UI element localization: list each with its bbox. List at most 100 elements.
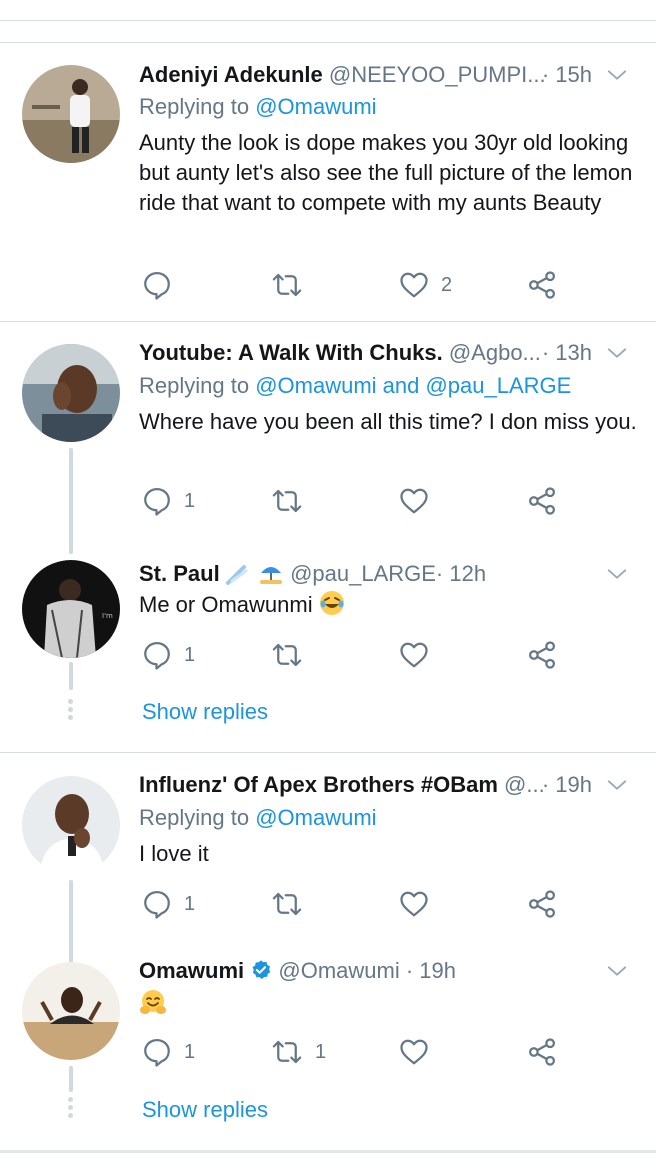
reply-button[interactable]: 1 [142, 1037, 195, 1067]
timestamp[interactable]: · 19h [406, 958, 456, 983]
reply-count: 1 [184, 489, 196, 512]
reply-icon [142, 270, 172, 300]
retweet-button[interactable] [271, 889, 303, 919]
avatar[interactable] [22, 65, 120, 163]
tweet-text [139, 989, 639, 1025]
tweet-header: Influenz' Of Apex Brothers #OBam @... [139, 770, 564, 800]
share-button[interactable] [527, 1037, 557, 1067]
retweet-button[interactable]: 1 [271, 1037, 326, 1067]
timestamp[interactable]: · 13h [542, 338, 592, 368]
heart-icon [399, 889, 429, 919]
user-handle[interactable]: @... [504, 772, 545, 797]
reply-button[interactable] [142, 270, 172, 300]
display-name[interactable]: Youtube: A Walk With Chuks. [139, 340, 443, 365]
replying-to-prefix: Replying to [139, 805, 250, 830]
replying-to: Replying to @Omawumi and @pau_LARGE [139, 371, 571, 401]
thread-line [69, 1066, 73, 1092]
heart-icon [399, 640, 429, 670]
avatar[interactable] [22, 962, 120, 1060]
tweet-text: I love it [139, 841, 209, 866]
reply-count: 1 [184, 1040, 196, 1063]
reply-icon [142, 1037, 172, 1067]
chevron-down-icon[interactable] [606, 960, 628, 982]
timestamp[interactable]: · 15h [542, 60, 592, 90]
retweet-button[interactable] [271, 640, 303, 670]
thread-line [69, 662, 73, 690]
reply-count: 1 [184, 643, 196, 666]
heart-icon [399, 270, 429, 300]
tweet-text-content: Me or Omawunmi [139, 592, 313, 617]
thread-dots [68, 699, 74, 723]
hugging-face-emoji-icon [139, 989, 167, 1025]
reply-button[interactable]: 1 [142, 486, 195, 516]
bottom-divider [0, 1150, 656, 1153]
tweet-text: Aunty the look is dope makes you 30yr ol… [139, 130, 633, 215]
tweet-text: Me or Omawunmi [139, 590, 639, 624]
svg-text:I'm: I'm [102, 612, 113, 620]
retweet-button[interactable] [271, 270, 303, 300]
share-button[interactable] [527, 486, 557, 516]
display-name[interactable]: Adeniyi Adekunle [139, 62, 323, 87]
share-icon [527, 889, 557, 919]
tweet-header: Adeniyi Adekunle @NEEYOO_PUMPI... [139, 60, 564, 90]
replying-to-prefix: Replying to [139, 94, 250, 119]
reply-icon [142, 640, 172, 670]
beach-umbrella-emoji-icon [258, 561, 284, 593]
display-name[interactable]: St. Paul [139, 561, 220, 586]
user-handle[interactable]: @pau_LARGE [290, 561, 436, 586]
like-button[interactable] [399, 486, 429, 516]
timestamp[interactable]: · 12h [436, 561, 486, 586]
reply-icon [142, 889, 172, 919]
like-button[interactable] [399, 640, 429, 670]
section-divider [0, 42, 656, 43]
user-handle[interactable]: @NEEYOO_PUMPI... [329, 62, 546, 87]
chevron-down-icon[interactable] [606, 563, 628, 585]
heart-icon [399, 486, 429, 516]
share-icon [527, 486, 557, 516]
avatar[interactable] [22, 776, 120, 874]
reply-button[interactable]: 1 [142, 889, 195, 919]
replying-to-prefix: Replying to [139, 373, 250, 398]
top-divider [0, 20, 656, 21]
tweet-header: Youtube: A Walk With Chuks. @Agbo... [139, 338, 564, 368]
like-button[interactable] [399, 889, 429, 919]
timestamp[interactable]: · 19h [542, 770, 592, 800]
share-button[interactable] [527, 270, 557, 300]
retweet-icon [271, 1037, 303, 1067]
share-button[interactable] [527, 640, 557, 670]
display-name[interactable]: Influenz' Of Apex Brothers #OBam [139, 772, 498, 797]
like-button[interactable] [399, 1037, 429, 1067]
display-name[interactable]: Omawumi [139, 958, 244, 983]
chevron-down-icon[interactable] [606, 342, 628, 364]
comet-emoji-icon [225, 561, 252, 593]
thread-dots [68, 1097, 74, 1121]
replying-to-link[interactable]: @Omawumi [255, 94, 376, 119]
reply-button[interactable]: 1 [142, 640, 195, 670]
reply-count: 1 [184, 892, 196, 915]
show-replies-link[interactable]: Show replies [142, 1097, 268, 1123]
like-button[interactable]: 2 [399, 270, 452, 300]
retweet-icon [271, 486, 303, 516]
avatar[interactable]: I'm [22, 560, 120, 658]
tweet-header: St. Paul @pau_LARGE· 12h [139, 559, 564, 593]
show-replies-link[interactable]: Show replies [142, 699, 268, 725]
retweet-count: 1 [315, 1040, 327, 1063]
chevron-down-icon[interactable] [606, 774, 628, 796]
like-count: 2 [441, 273, 453, 296]
retweet-icon [271, 889, 303, 919]
avatar[interactable] [22, 344, 120, 442]
replying-to-link[interactable]: @Omawumi and @pau_LARGE [255, 373, 571, 398]
chevron-down-icon[interactable] [606, 64, 628, 86]
user-handle[interactable]: @Agbo... [449, 340, 541, 365]
thread-line [69, 448, 73, 554]
retweet-icon [271, 640, 303, 670]
share-button[interactable] [527, 889, 557, 919]
reply-icon [142, 486, 172, 516]
retweet-icon [271, 270, 303, 300]
replying-to-link[interactable]: @Omawumi [255, 805, 376, 830]
replying-to: Replying to @Omawumi [139, 803, 377, 833]
share-icon [527, 270, 557, 300]
user-handle[interactable]: @Omawumi [278, 958, 399, 983]
retweet-button[interactable] [271, 486, 303, 516]
tweet-text: Where have you been all this time? I don… [139, 409, 637, 434]
